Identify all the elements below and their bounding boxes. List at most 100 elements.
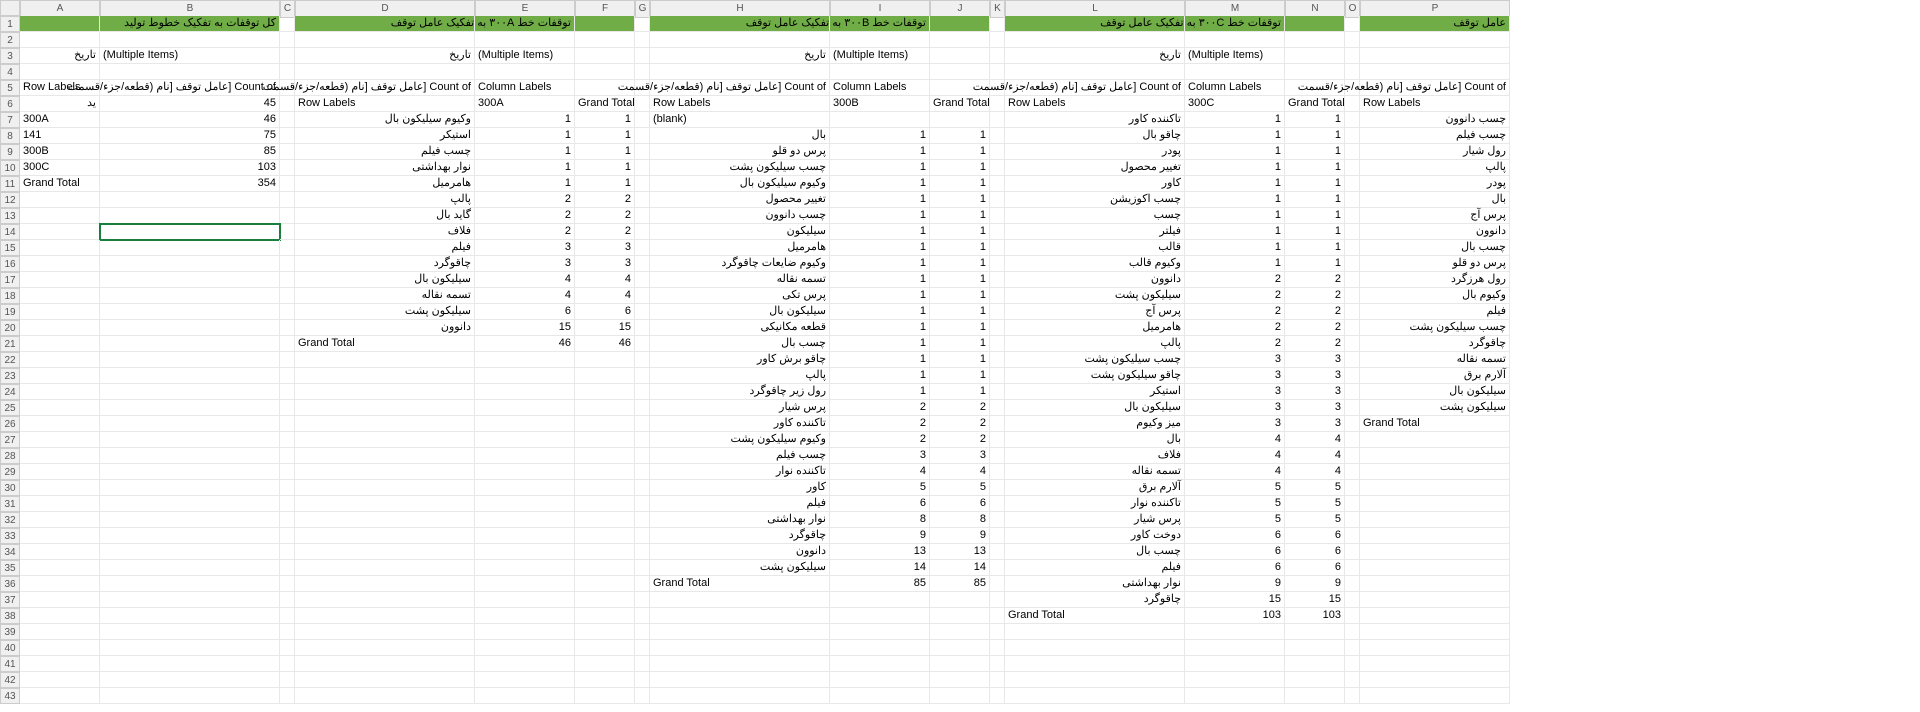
cell-A18[interactable] <box>20 288 100 304</box>
cell-K43[interactable] <box>990 688 1005 704</box>
cell-C15[interactable] <box>280 240 295 256</box>
cell-F4[interactable] <box>575 64 635 80</box>
cell-C36[interactable] <box>280 576 295 592</box>
cell-M35[interactable]: 6 <box>1185 560 1285 576</box>
row-header-37[interactable]: 37 <box>0 592 20 608</box>
cell-O42[interactable] <box>1345 672 1360 688</box>
cell-H9[interactable]: پرس دو قلو <box>650 144 830 160</box>
cell-P5[interactable]: Count of [عامل توقف [نام (قطعه/جزء/قسمت <box>1360 80 1510 96</box>
cell-L37[interactable]: چاقوگرد <box>1005 592 1185 608</box>
cell-P32[interactable] <box>1360 512 1510 528</box>
cell-L4[interactable] <box>1005 64 1185 80</box>
cell-O40[interactable] <box>1345 640 1360 656</box>
cell-C8[interactable] <box>280 128 295 144</box>
cell-H7[interactable]: (blank) <box>650 112 830 128</box>
cell-F19[interactable]: 6 <box>575 304 635 320</box>
cell-I36[interactable]: 85 <box>830 576 930 592</box>
cell-H25[interactable]: پرس شیار <box>650 400 830 416</box>
cell-O22[interactable] <box>1345 352 1360 368</box>
cell-G15[interactable] <box>635 240 650 256</box>
cell-M24[interactable]: 3 <box>1185 384 1285 400</box>
cell-N16[interactable]: 1 <box>1285 256 1345 272</box>
cell-A40[interactable] <box>20 640 100 656</box>
cell-M7[interactable]: 1 <box>1185 112 1285 128</box>
cell-N6[interactable]: Grand Total <box>1285 96 1345 112</box>
cell-M33[interactable]: 6 <box>1185 528 1285 544</box>
cell-I12[interactable]: 1 <box>830 192 930 208</box>
row-header-23[interactable]: 23 <box>0 368 20 384</box>
row-header-2[interactable]: 2 <box>0 32 20 48</box>
cell-B38[interactable] <box>100 608 280 624</box>
cell-D23[interactable] <box>295 368 475 384</box>
cell-I17[interactable]: 1 <box>830 272 930 288</box>
cell-I14[interactable]: 1 <box>830 224 930 240</box>
cell-G18[interactable] <box>635 288 650 304</box>
cell-P14[interactable]: دانوون <box>1360 224 1510 240</box>
cell-D31[interactable] <box>295 496 475 512</box>
cell-G33[interactable] <box>635 528 650 544</box>
cell-A36[interactable] <box>20 576 100 592</box>
cell-F13[interactable]: 2 <box>575 208 635 224</box>
cell-J4[interactable] <box>930 64 990 80</box>
cell-N4[interactable] <box>1285 64 1345 80</box>
cell-D15[interactable]: فیلم <box>295 240 475 256</box>
cell-E3[interactable]: (Multiple Items) <box>475 48 575 64</box>
cell-G20[interactable] <box>635 320 650 336</box>
cell-E20[interactable]: 15 <box>475 320 575 336</box>
cell-I3[interactable]: (Multiple Items) <box>830 48 930 64</box>
cell-J8[interactable]: 1 <box>930 128 990 144</box>
cell-E7[interactable]: 1 <box>475 112 575 128</box>
cell-N7[interactable]: 1 <box>1285 112 1345 128</box>
cell-A35[interactable] <box>20 560 100 576</box>
cell-C12[interactable] <box>280 192 295 208</box>
cell-C24[interactable] <box>280 384 295 400</box>
cell-F1[interactable] <box>575 16 635 32</box>
cell-G22[interactable] <box>635 352 650 368</box>
cell-C23[interactable] <box>280 368 295 384</box>
cell-G40[interactable] <box>635 640 650 656</box>
cell-P37[interactable] <box>1360 592 1510 608</box>
cell-I31[interactable]: 6 <box>830 496 930 512</box>
cell-G34[interactable] <box>635 544 650 560</box>
cell-N24[interactable]: 3 <box>1285 384 1345 400</box>
cell-G13[interactable] <box>635 208 650 224</box>
cell-A13[interactable] <box>20 208 100 224</box>
cell-K39[interactable] <box>990 624 1005 640</box>
cell-D6[interactable]: Row Labels <box>295 96 475 112</box>
cell-L28[interactable]: فلاف <box>1005 448 1185 464</box>
cell-P16[interactable]: پرس دو قلو <box>1360 256 1510 272</box>
cell-P19[interactable]: فیلم <box>1360 304 1510 320</box>
cell-H43[interactable] <box>650 688 830 704</box>
cell-F37[interactable] <box>575 592 635 608</box>
cell-A23[interactable] <box>20 368 100 384</box>
cell-K9[interactable] <box>990 144 1005 160</box>
cell-J7[interactable] <box>930 112 990 128</box>
cell-H18[interactable]: پرس تکی <box>650 288 830 304</box>
cell-H32[interactable]: نوار بهداشتی <box>650 512 830 528</box>
cell-D11[interactable]: هامرمیل <box>295 176 475 192</box>
cell-B11[interactable]: 354 <box>100 176 280 192</box>
cell-O30[interactable] <box>1345 480 1360 496</box>
cell-M1[interactable]: توقفات خط ٣٠٠C به تفکیک عامل توقف <box>1185 16 1285 32</box>
cell-F34[interactable] <box>575 544 635 560</box>
cell-N39[interactable] <box>1285 624 1345 640</box>
cell-O17[interactable] <box>1345 272 1360 288</box>
row-header-11[interactable]: 11 <box>0 176 20 192</box>
cell-B21[interactable] <box>100 336 280 352</box>
cell-E43[interactable] <box>475 688 575 704</box>
cell-B28[interactable] <box>100 448 280 464</box>
cell-P11[interactable]: پودر <box>1360 176 1510 192</box>
row-header-39[interactable]: 39 <box>0 624 20 640</box>
cell-B37[interactable] <box>100 592 280 608</box>
cell-H34[interactable]: دانوون <box>650 544 830 560</box>
cell-I10[interactable]: 1 <box>830 160 930 176</box>
cell-M8[interactable]: 1 <box>1185 128 1285 144</box>
cell-I33[interactable]: 9 <box>830 528 930 544</box>
cell-P36[interactable] <box>1360 576 1510 592</box>
cell-K13[interactable] <box>990 208 1005 224</box>
cell-C9[interactable] <box>280 144 295 160</box>
cell-I35[interactable]: 14 <box>830 560 930 576</box>
cell-I27[interactable]: 2 <box>830 432 930 448</box>
cell-C37[interactable] <box>280 592 295 608</box>
cell-K34[interactable] <box>990 544 1005 560</box>
